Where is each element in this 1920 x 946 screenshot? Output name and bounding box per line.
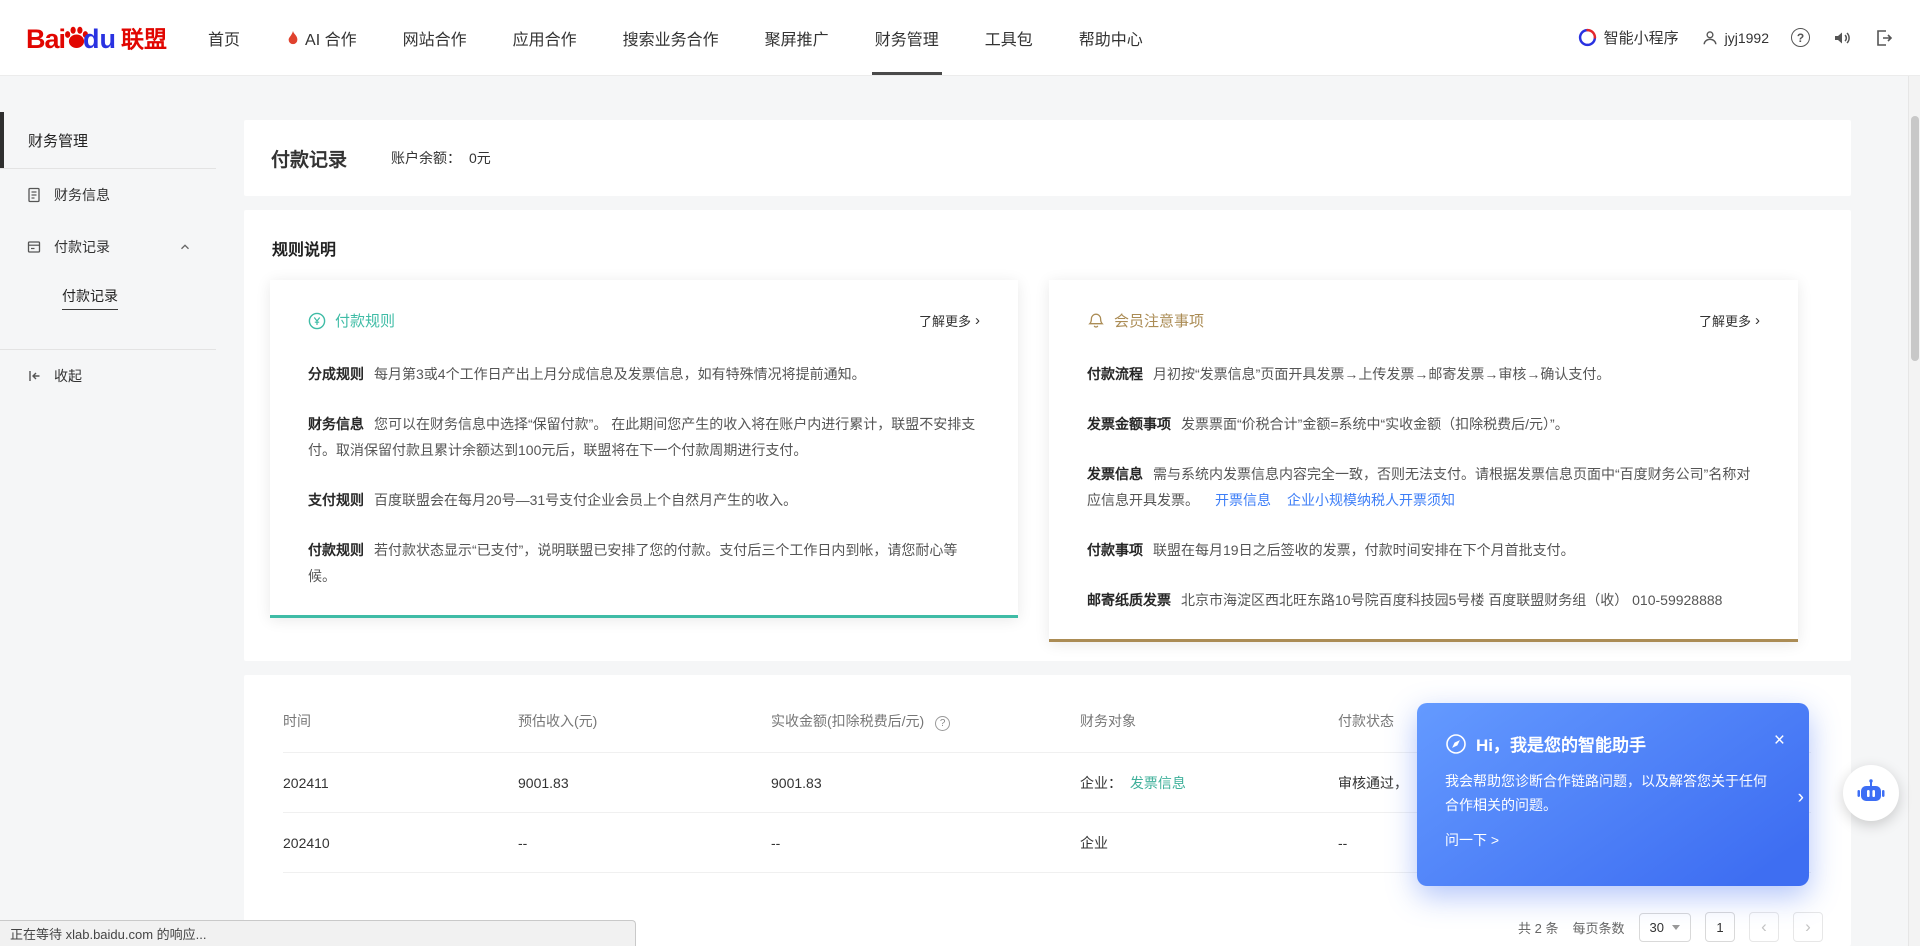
assistant-message: 我会帮助您诊断合作链路问题，以及解答您关于任何合作相关的问题。 xyxy=(1445,769,1779,817)
rule-item: 分成规则每月第3或4个工作日产出上月分成信息及发票信息，如有特殊情况将提前通知。 xyxy=(308,361,980,387)
cell-actual: 9001.83 xyxy=(771,775,1080,791)
member-notes-card: 会员注意事项 了解更多 › 付款流程月初按“发票信息”页面开具发票→上传发票→邮… xyxy=(1049,280,1798,642)
main-nav: 首页 AI 合作 网站合作 应用合作 搜索业务合作 聚屏推广 财务管理 工具包 … xyxy=(185,0,1166,75)
learn-more-link-member[interactable]: 了解更多 › xyxy=(1699,311,1760,330)
prev-page-button[interactable]: ‹ xyxy=(1749,912,1779,942)
nav-juping-promotion[interactable]: 聚屏推广 xyxy=(742,0,852,75)
per-page-select[interactable]: 30 xyxy=(1639,913,1691,942)
robot-icon xyxy=(1854,776,1888,810)
rule-item: 付款事项联盟在每月19日之后签收的发票，付款时间安排在下个月首批支付。 xyxy=(1087,537,1760,563)
cell-time: 202410 xyxy=(283,835,518,851)
baidu-union-logo[interactable]: Bai du 联盟 xyxy=(26,20,167,55)
browser-status-bar: 正在等待 xlab.baidu.com 的响应... xyxy=(0,920,636,946)
nav-ai-cooperation[interactable]: AI 合作 xyxy=(263,0,380,75)
chevron-up-icon xyxy=(178,240,192,254)
col-header-time: 时间 xyxy=(283,711,518,731)
compass-icon xyxy=(1445,733,1467,755)
invoice-info-table-link[interactable]: 发票信息 xyxy=(1130,775,1186,791)
member-notes-title: 会员注意事项 xyxy=(1087,310,1204,331)
sidebar-subitem-payment-records[interactable]: 付款记录 xyxy=(0,273,216,323)
rule-cards: 付款规则 了解更多 › 分成规则每月第3或4个工作日产出上月分成信息及发票信息，… xyxy=(270,280,1825,642)
rule-item: 发票信息需与系统内发票信息内容完全一致，否则无法支付。请根据发票信息页面中“百度… xyxy=(1087,461,1760,513)
total-count: 共 2 条 xyxy=(1518,918,1558,937)
finance-info-icon xyxy=(26,187,42,203)
assistant-robot-button[interactable] xyxy=(1843,765,1899,821)
rule-item: 支付规则百度联盟会在每月20号—31号支付企业会员上个自然月产生的收入。 xyxy=(308,487,980,513)
rule-item: 发票金额事项发票票面“价税合计”金额=系统中“实收金额（扣除税费后/元）”。 xyxy=(1087,411,1760,437)
topbar-right: 智能小程序 jyj1992 ? xyxy=(1578,27,1894,48)
logout-icon[interactable] xyxy=(1874,28,1894,48)
sidebar-item-payment-records[interactable]: 付款记录 xyxy=(0,221,216,273)
cell-actual: -- xyxy=(771,835,1080,851)
nav-home[interactable]: 首页 xyxy=(185,0,263,75)
page-number-button[interactable]: 1 xyxy=(1705,912,1735,942)
cell-entity: 企业 xyxy=(1080,833,1338,853)
help-circle-icon[interactable]: ? xyxy=(935,716,950,731)
nav-toolkit[interactable]: 工具包 xyxy=(962,0,1056,75)
per-page-label: 每页条数 xyxy=(1573,918,1625,937)
payment-rules-card: 付款规则 了解更多 › 分成规则每月第3或4个工作日产出上月分成信息及发票信息，… xyxy=(270,280,1018,618)
cell-entity: 企业： 发票信息 xyxy=(1080,773,1338,793)
miniprogram-icon xyxy=(1578,28,1597,47)
rules-section: 规则说明 付款规则 了解更多 › 分成规则每月第3 xyxy=(244,210,1851,661)
smart-miniprogram-link[interactable]: 智能小程序 xyxy=(1578,27,1679,48)
invoice-info-link[interactable]: 开票信息 xyxy=(1215,492,1271,508)
topbar: Bai du 联盟 首页 AI 合作 网站合作 应用合作 搜索业务合作 聚屏推广… xyxy=(0,0,1920,76)
page-title: 付款记录 xyxy=(271,145,347,172)
flame-icon xyxy=(286,30,300,46)
cell-estimated: -- xyxy=(518,835,771,851)
learn-more-link-payment[interactable]: 了解更多 › xyxy=(919,311,980,330)
col-header-actual: 实收金额(扣除税费后/元) ? xyxy=(771,711,1080,731)
cell-time: 202411 xyxy=(283,775,518,791)
nav-website-cooperation[interactable]: 网站合作 xyxy=(380,0,490,75)
rule-item: 邮寄纸质发票北京市海淀区西北旺东路10号院百度科技园5号楼 百度联盟财务组（收）… xyxy=(1087,587,1760,613)
scrollbar-track[interactable] xyxy=(1908,76,1920,946)
payment-records-icon xyxy=(26,239,42,255)
logo-text-du: du xyxy=(83,24,116,55)
logo-text-union: 联盟 xyxy=(121,20,167,54)
nav-search-business[interactable]: 搜索业务合作 xyxy=(600,0,742,75)
assistant-popup: Hi，我是您的智能助手 × 我会帮助您诊断合作链路问题，以及解答您关于任何合作相… xyxy=(1417,703,1809,886)
rule-item: 财务信息您可以在财务信息中选择“保留付款”。 在此期间您产生的收入将在账户内进行… xyxy=(308,411,980,463)
nav-help-center[interactable]: 帮助中心 xyxy=(1056,0,1166,75)
bell-icon xyxy=(1087,312,1105,330)
nav-app-cooperation[interactable]: 应用合作 xyxy=(490,0,600,75)
close-icon[interactable]: × xyxy=(1774,731,1785,750)
popup-arrow-icon[interactable]: › xyxy=(1798,787,1804,809)
nav-finance-management[interactable]: 财务管理 xyxy=(852,0,962,75)
assistant-title: Hi，我是您的智能助手 xyxy=(1476,731,1646,756)
user-icon xyxy=(1701,29,1719,47)
ask-now-link[interactable]: 问一下 > xyxy=(1445,830,1499,850)
help-icon[interactable]: ? xyxy=(1791,28,1810,47)
sidebar-item-finance-info[interactable]: 财务信息 xyxy=(0,169,216,221)
sidebar: 财务管理 财务信息 付款记录 付款记录 收起 xyxy=(0,76,216,946)
chevron-down-icon xyxy=(1672,925,1680,930)
collapse-icon xyxy=(26,368,42,384)
user-menu[interactable]: jyj1992 xyxy=(1701,29,1769,47)
rule-item: 付款规则若付款状态显示“已支付”，说明联盟已安排了您的付款。支付后三个工作日内到… xyxy=(308,537,980,589)
sidebar-item-finance-management[interactable]: 财务管理 xyxy=(0,112,216,168)
logo-text-bai: Bai xyxy=(26,24,65,55)
chevron-right-icon: › xyxy=(1755,312,1760,329)
sidebar-collapse-button[interactable]: 收起 xyxy=(0,350,216,402)
page-header-card: 付款记录 账户余额： 0元 xyxy=(244,120,1851,196)
balance-label: 账户余额： xyxy=(391,148,461,168)
col-header-entity: 财务对象 xyxy=(1080,711,1338,731)
small-taxpayer-invoice-link[interactable]: 企业小规模纳税人开票须知 xyxy=(1287,492,1455,508)
balance-value: 0元 xyxy=(469,148,491,168)
scrollbar-thumb[interactable] xyxy=(1911,116,1919,361)
chevron-right-icon: › xyxy=(975,312,980,329)
pagination: 共 2 条 每页条数 30 1 ‹ › xyxy=(1518,912,1823,942)
speaker-icon[interactable] xyxy=(1832,28,1852,48)
payment-rules-title: 付款规则 xyxy=(308,310,395,331)
coin-icon xyxy=(308,312,326,330)
cell-estimated: 9001.83 xyxy=(518,775,771,791)
rule-item: 付款流程月初按“发票信息”页面开具发票→上传发票→邮寄发票→审核→确认支付。 xyxy=(1087,361,1760,387)
account-balance: 账户余额： 0元 xyxy=(391,148,491,168)
col-header-estimated: 预估收入(元) xyxy=(518,711,771,731)
rules-section-title: 规则说明 xyxy=(272,236,1825,260)
next-page-button[interactable]: › xyxy=(1793,912,1823,942)
